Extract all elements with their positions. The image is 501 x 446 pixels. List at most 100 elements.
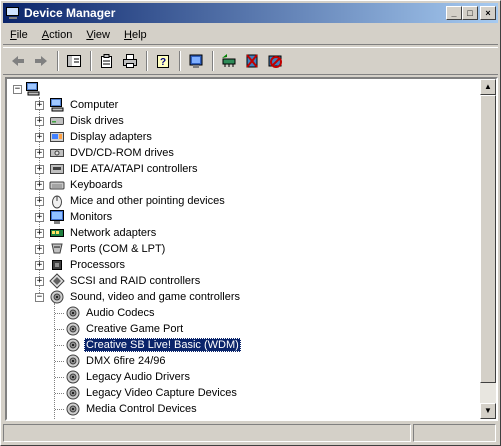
status-cell-right [413,424,496,442]
back-icon[interactable] [7,50,29,72]
update-driver-icon[interactable] [218,50,240,72]
uninstall-icon[interactable] [241,50,263,72]
tree-category-label[interactable]: Ports (COM & LPT) [68,242,167,256]
device-label[interactable]: Legacy Video Capture Devices [84,386,239,400]
status-bar [3,424,498,444]
title-bar[interactable]: Device Manager _ □ × [3,3,498,23]
expand-toggle[interactable]: + [35,212,44,222]
speaker-icon [65,369,81,385]
tree-device-item[interactable]: Creative Game Port [65,321,185,337]
tree-device-item[interactable]: Creative SB Live! Basic (WDM) [65,337,241,353]
menu-file[interactable]: File [3,29,35,41]
port-icon [49,241,65,257]
menu-action[interactable]: Action [35,29,80,41]
forward-icon[interactable] [30,50,52,72]
disk-drive-icon [49,113,65,129]
expand-toggle[interactable]: + [35,244,44,254]
tree-guide-line [55,329,64,330]
tree-device-item[interactable]: Legacy Audio Drivers [65,369,192,385]
tree-guide-line [55,393,64,394]
scroll-down-button[interactable]: ▼ [480,403,496,419]
status-cell-main [3,424,411,442]
expand-toggle[interactable]: + [35,180,44,190]
menu-help[interactable]: Help [117,29,154,41]
collapse-toggle[interactable]: − [13,84,22,94]
tree-category-label[interactable]: Computer [68,98,120,112]
scroll-up-button[interactable]: ▲ [480,79,496,95]
expand-toggle[interactable]: + [35,164,44,174]
tree-category[interactable]: + Display adapters [35,129,154,145]
tree-device-item[interactable]: DMX 6fire 24/96 [65,353,167,369]
tree-device-item[interactable]: Audio Codecs [65,305,157,321]
toolbar-separator [179,51,181,71]
scan-hardware-icon[interactable] [185,50,207,72]
tree-category[interactable]: + Keyboards [35,177,125,193]
print-icon[interactable] [119,50,141,72]
mouse-icon [49,193,65,209]
expand-toggle[interactable]: + [35,100,44,110]
tree-category-label[interactable]: SCSI and RAID controllers [68,274,202,288]
tree-category[interactable]: + Monitors [35,209,114,225]
minimize-button[interactable]: _ [446,6,462,20]
collapse-toggle[interactable]: − [35,292,44,302]
device-tree-pane[interactable]: − + Computer + Disk drives + Display adapters… [5,77,498,421]
tree-category-label[interactable]: Processors [68,258,127,272]
window-title: Device Manager [24,6,116,20]
tree-category[interactable]: + DVD/CD-ROM drives [35,145,176,161]
vertical-scrollbar[interactable]: ▲ ▼ [480,79,496,419]
device-label[interactable]: Legacy Audio Drivers [84,370,192,384]
tree-category-label[interactable]: Network adapters [68,226,158,240]
tree-category[interactable]: + IDE ATA/ATAPI controllers [35,161,200,177]
tree-device-item[interactable]: Media Control Devices [65,401,199,417]
tree-guide-line [54,303,55,419]
tree-category-label[interactable]: Disk drives [68,114,126,128]
expand-toggle[interactable]: + [35,276,44,286]
tree-category[interactable]: + Computer [35,97,120,113]
expand-toggle[interactable]: + [35,196,44,206]
expand-toggle[interactable]: + [35,260,44,270]
scroll-thumb[interactable] [480,95,496,383]
tree-category[interactable]: − Sound, video and game controllers [35,289,242,305]
menu-view[interactable]: View [79,29,117,41]
expand-toggle[interactable]: + [35,228,44,238]
tree-device-item[interactable]: Video Codecs [65,417,156,419]
network-adapter-icon [49,225,65,241]
tree-category-label[interactable]: Mice and other pointing devices [68,194,227,208]
device-label[interactable]: DMX 6fire 24/96 [84,354,167,368]
close-button[interactable]: × [480,6,496,20]
tree-category[interactable]: + Network adapters [35,225,158,241]
tree-root[interactable]: − [13,81,44,97]
tree-category[interactable]: + Mice and other pointing devices [35,193,227,209]
device-label[interactable]: Audio Codecs [84,306,157,320]
cdrom-icon [49,145,65,161]
monitor-icon [49,209,65,225]
device-label[interactable]: Media Control Devices [84,402,199,416]
tree-category[interactable]: + Disk drives [35,113,126,129]
tree-device-item[interactable]: Legacy Video Capture Devices [65,385,239,401]
properties-icon[interactable] [96,50,118,72]
expand-toggle[interactable]: + [35,116,44,126]
selected-device-label[interactable]: Creative SB Live! Basic (WDM) [84,338,241,352]
tree-category[interactable]: + Ports (COM & LPT) [35,241,167,257]
tree-category-label[interactable]: Sound, video and game controllers [68,290,242,304]
device-label[interactable]: Creative Game Port [84,322,185,336]
svg-text:?: ? [160,57,166,68]
disable-icon[interactable] [264,50,286,72]
speaker-icon [65,401,81,417]
device-label[interactable]: Video Codecs [84,418,156,419]
expand-toggle[interactable]: + [35,132,44,142]
tree-category-label[interactable]: Monitors [68,210,114,224]
tree-category-label[interactable]: DVD/CD-ROM drives [68,146,176,160]
maximize-button[interactable]: □ [462,6,478,20]
expand-toggle[interactable]: + [35,148,44,158]
tree-category-label[interactable]: IDE ATA/ATAPI controllers [68,162,200,176]
tree-category-label[interactable]: Display adapters [68,130,154,144]
device-tree[interactable]: − + Computer + Disk drives + Display adapters… [7,79,483,419]
speaker-icon [65,337,81,353]
tree-category[interactable]: + SCSI and RAID controllers [35,273,202,289]
show-hide-tree-icon[interactable] [63,50,85,72]
tree-category[interactable]: + Processors [35,257,127,273]
device-manager-icon [5,5,21,21]
tree-category-label[interactable]: Keyboards [68,178,125,192]
help-icon[interactable]: ? [152,50,174,72]
